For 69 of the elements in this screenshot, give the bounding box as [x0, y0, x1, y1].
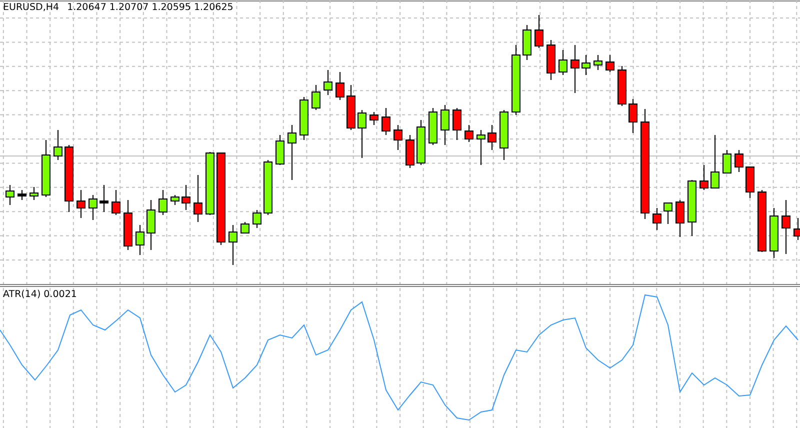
candlestick	[158, 190, 168, 216]
candlestick	[30, 186, 38, 200]
candlestick	[276, 134, 284, 166]
candlestick	[664, 202, 672, 224]
candlestick	[782, 200, 790, 254]
candlestick	[346, 84, 356, 130]
candlestick	[252, 210, 262, 228]
candlestick	[606, 54, 614, 72]
candlestick	[100, 184, 108, 212]
candlestick	[570, 44, 580, 94]
candlestick	[558, 50, 568, 76]
candlestick	[112, 190, 120, 216]
candlestick	[464, 124, 474, 142]
price-values: 1.20647 1.20707 1.20595 1.20625	[67, 2, 234, 13]
candlestick	[770, 208, 778, 258]
symbol-label: EURUSD,H4	[3, 2, 60, 13]
candlestick	[228, 224, 238, 266]
candlestick	[522, 24, 532, 60]
candlestick	[546, 40, 556, 80]
candlestick	[618, 66, 626, 106]
candlestick	[240, 222, 250, 234]
indicator-label: ATR(14) 0.0021	[3, 289, 77, 300]
candlestick	[194, 174, 202, 222]
candlestick	[594, 54, 602, 70]
candlestick	[136, 224, 144, 256]
candlestick	[746, 166, 754, 198]
candlestick	[440, 104, 450, 146]
candlestick	[428, 108, 438, 146]
candlestick	[300, 96, 308, 140]
candlestick	[288, 124, 296, 180]
candlestick	[18, 190, 26, 200]
candlestick	[628, 98, 638, 134]
candlestick	[710, 134, 720, 188]
candlestick	[54, 130, 62, 160]
candlestick	[76, 190, 86, 218]
candlestick	[264, 160, 272, 216]
candlestick	[88, 194, 98, 220]
candlestick	[416, 120, 426, 166]
candlestick	[394, 124, 402, 150]
candlestick	[358, 110, 366, 158]
candlestick	[758, 190, 766, 252]
candlestick	[534, 14, 544, 48]
candlestick	[370, 112, 378, 126]
candlestick	[500, 110, 508, 160]
candlestick	[324, 70, 332, 96]
candlestick	[582, 54, 590, 76]
candlestick	[146, 200, 156, 250]
candlestick	[452, 108, 462, 140]
candlestick	[42, 140, 50, 198]
candlestick	[182, 184, 190, 210]
candlestick	[312, 84, 320, 110]
candlestick	[476, 130, 486, 166]
candlestick	[652, 208, 662, 230]
candlestick	[734, 150, 744, 172]
candlestick	[700, 164, 708, 190]
candlestick	[6, 184, 14, 206]
candlestick	[722, 150, 732, 174]
candlestick	[64, 144, 74, 212]
candlestick	[676, 200, 684, 238]
candlestick	[382, 108, 390, 136]
candlestick	[406, 134, 414, 168]
candlestick	[124, 200, 132, 250]
candlestick	[488, 124, 496, 150]
candlestick	[206, 152, 214, 216]
candlestick	[512, 44, 520, 116]
candlestick	[688, 180, 696, 236]
candlestick	[794, 218, 800, 240]
candlestick	[170, 194, 180, 206]
candlestick	[336, 72, 344, 100]
